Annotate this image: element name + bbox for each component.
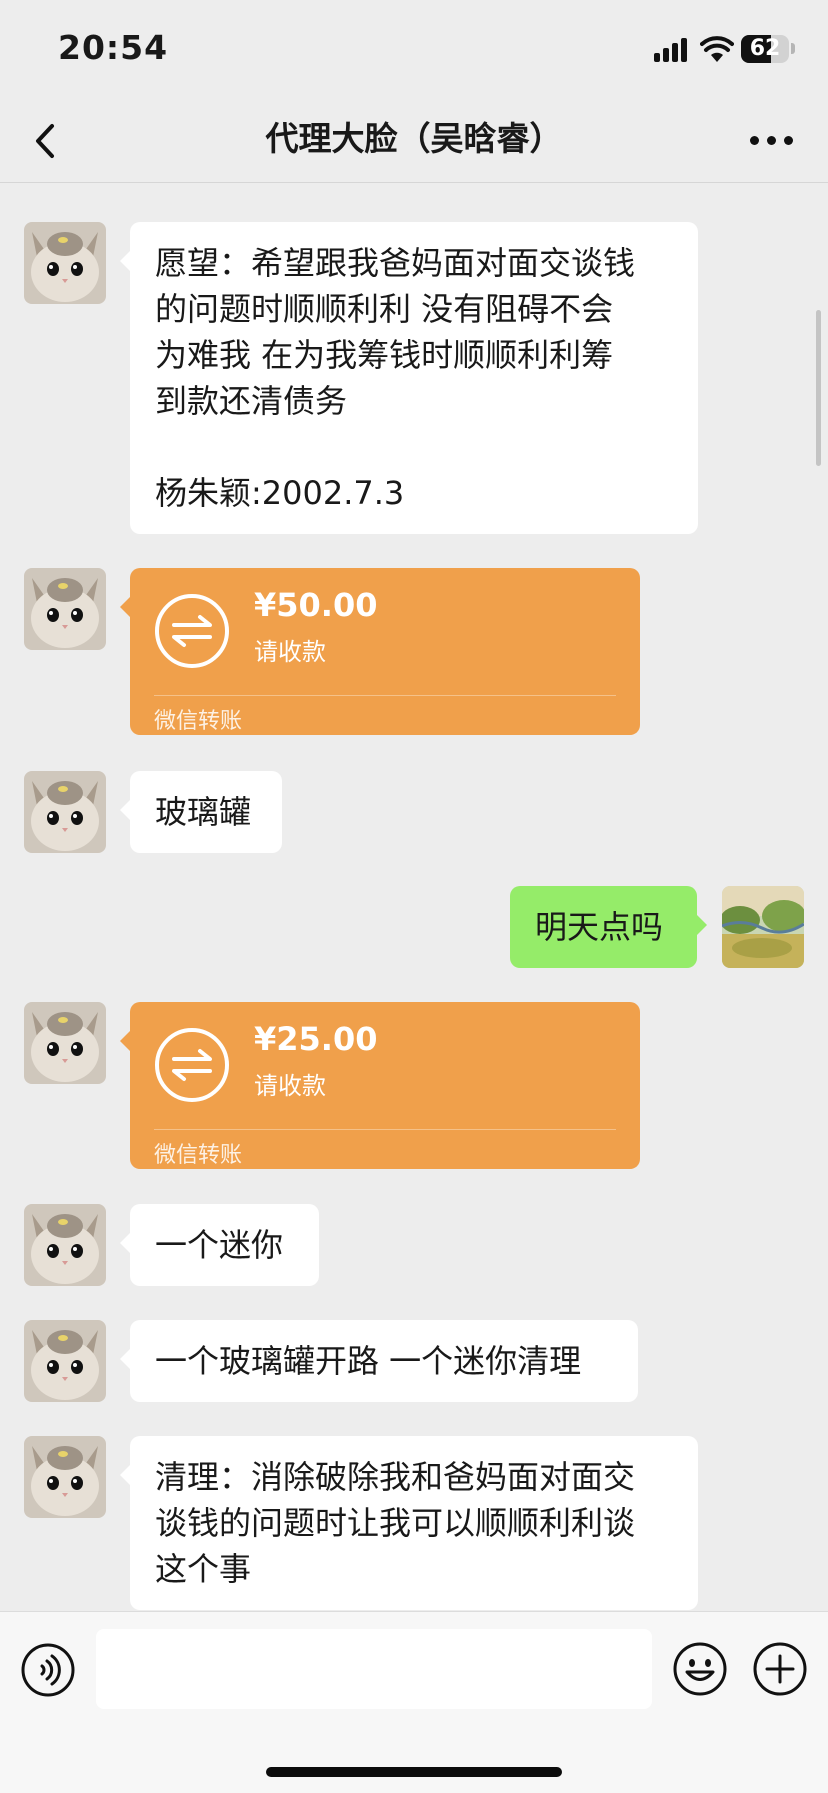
received-message-bubble[interactable]: 愿望：希望跟我爸妈面对面交谈钱 的问题时顺顺利利 没有阻碍不会 为难我 在为我筹…: [120, 222, 698, 534]
chat-title: 代理大脸（吴晗睿）: [265, 119, 563, 158]
contact-avatar[interactable]: [24, 1002, 106, 1084]
transfer-divider: [154, 695, 616, 696]
transfer-status: 请收款: [254, 1072, 326, 1100]
message-input[interactable]: [96, 1629, 652, 1709]
battery-icon: 62: [741, 35, 789, 63]
more-dots-icon[interactable]: [750, 136, 794, 148]
transfer-arrows-icon: [154, 593, 230, 669]
scrollbar[interactable]: [816, 310, 821, 466]
received-message-bubble[interactable]: 玻璃罐: [120, 771, 282, 853]
contact-avatar[interactable]: [24, 771, 106, 853]
transfer-amount: ¥50.00: [254, 586, 378, 624]
chat-header: 代理大脸（吴晗睿）: [0, 100, 828, 183]
contact-avatar[interactable]: [24, 222, 106, 304]
sent-message-bubble[interactable]: 明天点吗: [510, 886, 707, 968]
emoji-icon[interactable]: [672, 1641, 728, 1697]
wifi-icon: [700, 36, 734, 62]
transfer-divider: [154, 1129, 616, 1130]
transfer-card[interactable]: ¥50.00 请收款微信转账: [120, 568, 640, 735]
transfer-arrows-icon: [154, 1027, 230, 1103]
received-message-bubble[interactable]: 一个玻璃罐开路 一个迷你清理: [120, 1320, 638, 1402]
transfer-status: 请收款: [254, 638, 326, 666]
contact-avatar[interactable]: [24, 1204, 106, 1286]
input-bar: [0, 1611, 828, 1793]
plus-icon[interactable]: [752, 1641, 808, 1697]
battery-tip: [791, 43, 795, 54]
cellular-signal-icon: [654, 38, 690, 62]
self-avatar[interactable]: [722, 886, 804, 968]
status-bar: 20:54 62: [0, 0, 828, 100]
contact-avatar[interactable]: [24, 1320, 106, 1402]
battery-level: 62: [749, 36, 781, 61]
voice-icon[interactable]: [20, 1642, 76, 1698]
transfer-card[interactable]: ¥25.00 请收款微信转账: [120, 1002, 640, 1169]
transfer-amount: ¥25.00: [254, 1020, 378, 1058]
status-time: 20:54: [58, 28, 169, 67]
home-indicator[interactable]: [266, 1767, 562, 1777]
contact-avatar[interactable]: [24, 568, 106, 650]
transfer-label: 微信转账: [154, 1143, 243, 1168]
transfer-label: 微信转账: [154, 709, 243, 734]
received-message-bubble[interactable]: 清理：消除破除我和爸妈面对面交 谈钱的问题时让我可以顺顺利利谈 这个事: [120, 1436, 698, 1610]
contact-avatar[interactable]: [24, 1436, 106, 1518]
received-message-bubble[interactable]: 一个迷你: [120, 1204, 319, 1286]
